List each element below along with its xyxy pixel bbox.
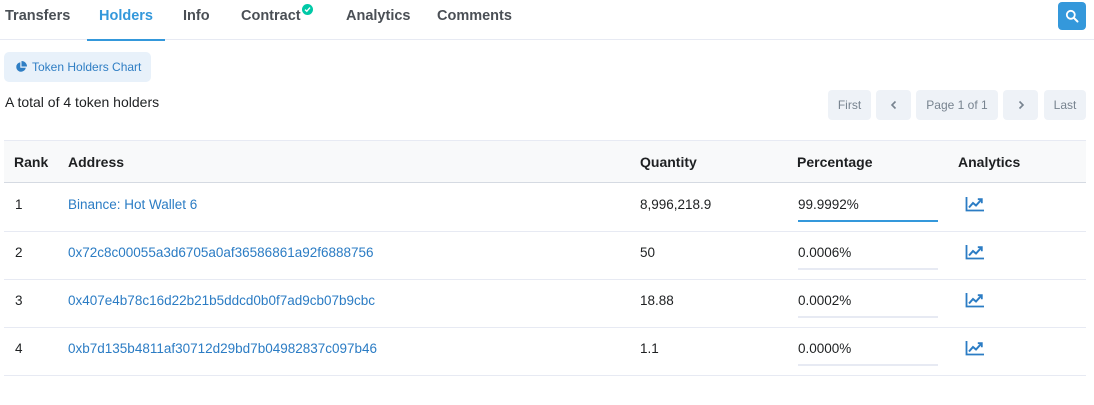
tab-transfers[interactable]: Transfers (5, 0, 70, 40)
row-address-link[interactable]: 0xb7d135b4811af30712d29bd7b04982837c097b… (68, 341, 377, 356)
pie-chart-icon (16, 61, 27, 72)
percentage-bar (798, 220, 938, 222)
line-chart-icon[interactable] (965, 244, 985, 263)
pagination-page-indicator: Page 1 of 1 (916, 90, 998, 120)
table-row: 3 0x407e4b78c16d22b21b5ddcd0b0f7ad9cb07b… (4, 280, 1086, 328)
line-chart-icon[interactable] (965, 340, 985, 359)
token-holders-chart-button[interactable]: Token Holders Chart (4, 52, 152, 82)
pagination-last-button[interactable]: Last (1044, 90, 1086, 120)
search-button[interactable] (1058, 2, 1086, 30)
percentage-bar (798, 316, 938, 318)
table-row: 2 0x72c8c00055a3d6705a0af36586861a92f688… (4, 232, 1086, 280)
table-row: 1 Binance: Hot Wallet 6 8,996,218.9 99.9… (4, 184, 1086, 232)
row-address-link[interactable]: 0x407e4b78c16d22b21b5ddcd0b0f7ad9cb07b9c… (68, 293, 375, 308)
pagination-first-button[interactable]: First (828, 90, 871, 120)
row-quantity: 50 (640, 245, 656, 260)
percentage-bar-fill (798, 220, 938, 222)
chart-button-label: Token Holders Chart (32, 60, 142, 74)
row-rank: 2 (15, 245, 23, 260)
row-percentage: 0.0006% (798, 245, 852, 260)
row-percentage: 99.9992% (798, 197, 859, 212)
pagination-next-button[interactable] (1003, 90, 1038, 120)
header-address: Address (68, 154, 125, 170)
line-chart-icon[interactable] (965, 292, 985, 311)
tab-holders[interactable]: Holders (87, 0, 165, 41)
search-icon (1065, 9, 1079, 23)
verified-check-icon (302, 4, 313, 15)
row-quantity: 1.1 (640, 341, 659, 356)
percentage-bar (798, 268, 938, 270)
row-address-link[interactable]: Binance: Hot Wallet 6 (68, 197, 197, 212)
tab-analytics[interactable]: Analytics (346, 0, 410, 40)
table-row: 4 0xb7d135b4811af30712d29bd7b04982837c09… (4, 328, 1086, 376)
pagination-prev-button[interactable] (876, 90, 911, 120)
tab-contract[interactable]: Contract (241, 0, 301, 40)
percentage-bar (798, 364, 938, 366)
row-percentage: 0.0000% (798, 341, 852, 356)
row-rank: 4 (15, 341, 23, 356)
row-address-link[interactable]: 0x72c8c00055a3d6705a0af36586861a92f68887… (68, 245, 374, 260)
line-chart-icon[interactable] (965, 196, 985, 215)
header-quantity: Quantity (640, 154, 697, 170)
chevron-left-icon (890, 100, 897, 110)
header-rank: Rank (14, 154, 49, 170)
holders-summary: A total of 4 token holders (5, 94, 160, 110)
row-percentage: 0.0002% (798, 293, 852, 308)
row-quantity: 18.88 (640, 293, 674, 308)
header-analytics: Analytics (958, 154, 1021, 170)
header-percentage: Percentage (797, 154, 873, 170)
chevron-right-icon (1018, 100, 1025, 110)
table-header: Rank Address Quantity Percentage Analyti… (4, 140, 1086, 183)
row-quantity: 8,996,218.9 (640, 197, 712, 212)
tab-bar: Transfers Holders Info Contract Analytic… (0, 0, 1094, 41)
tab-info[interactable]: Info (183, 0, 210, 40)
tab-comments[interactable]: Comments (437, 0, 512, 40)
row-rank: 3 (15, 293, 23, 308)
row-rank: 1 (15, 197, 23, 212)
